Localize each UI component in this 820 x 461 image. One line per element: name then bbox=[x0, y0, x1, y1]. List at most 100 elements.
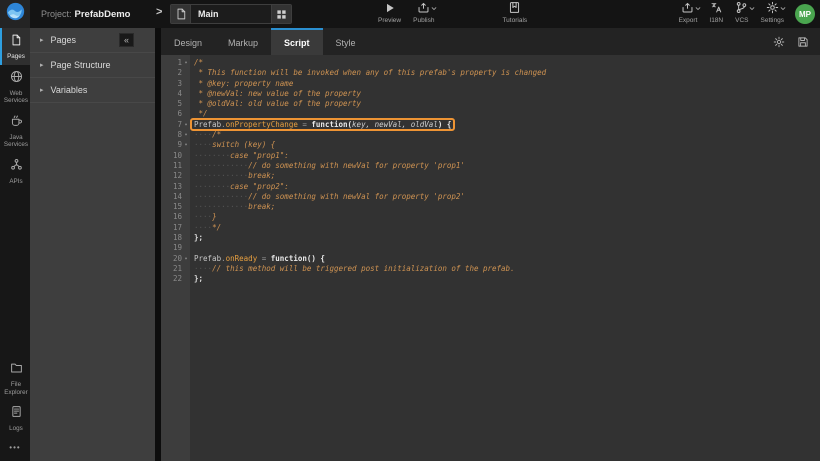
topbar-center-actions: Preview Publish Tutorials bbox=[372, 3, 533, 24]
fold-gutter bbox=[182, 274, 190, 284]
sidebar-item-file-explorer[interactable]: File Explorer bbox=[0, 356, 30, 400]
code-line-content[interactable]: Prefab.onPropertyChange = function(key, … bbox=[190, 120, 453, 130]
panel-section-variables[interactable]: ▸Variables bbox=[30, 78, 155, 103]
editor-settings-gear-icon[interactable] bbox=[773, 36, 785, 48]
code-line-content[interactable]: ········case "prop1": bbox=[190, 151, 289, 161]
code-line-content[interactable]: * @oldVal: old value of the property bbox=[190, 99, 361, 109]
code-line-content[interactable]: ············// do something with newVal … bbox=[190, 192, 465, 202]
fold-gutter bbox=[182, 99, 190, 109]
fold-marker-icon[interactable]: ▾ bbox=[182, 58, 190, 68]
sidebar-item-apis[interactable]: APIs bbox=[0, 153, 30, 190]
code-line-content[interactable]: * This function will be invoked when any… bbox=[190, 68, 546, 78]
code-line-15: 15············break; bbox=[161, 202, 820, 212]
workspace: PagesWeb ServicesJava ServicesAPIsFile E… bbox=[0, 28, 820, 461]
gutter: 14 bbox=[161, 192, 190, 202]
grid-view-icon[interactable] bbox=[271, 5, 291, 23]
app-logo[interactable] bbox=[0, 0, 30, 28]
code-line-content[interactable]: * @newVal: new value of the property bbox=[190, 89, 361, 99]
line-number: 20 bbox=[161, 254, 182, 264]
code-line-content[interactable]: ····*/ bbox=[190, 223, 221, 233]
tutorials-button[interactable]: Tutorials bbox=[502, 3, 527, 24]
script-code-editor[interactable]: 1▾/*2 * This function will be invoked wh… bbox=[161, 55, 820, 461]
code-line-4: 4 * @newVal: new value of the property bbox=[161, 89, 820, 99]
gutter: 19 bbox=[161, 243, 190, 253]
gutter: 16 bbox=[161, 212, 190, 222]
play-icon bbox=[384, 1, 396, 19]
sidebar-more-button[interactable]: ••• bbox=[0, 437, 30, 461]
panel-collapse-button[interactable]: « bbox=[119, 33, 134, 47]
page-selector[interactable]: Main bbox=[170, 4, 292, 24]
activity-sidebar: PagesWeb ServicesJava ServicesAPIs File E… bbox=[0, 28, 30, 461]
publish-button[interactable]: Publish bbox=[413, 3, 434, 24]
panel-section-label: Variables bbox=[51, 85, 88, 95]
code-line-9: 9▾····switch (key) { bbox=[161, 140, 820, 150]
line-number: 22 bbox=[161, 274, 182, 284]
code-line-content[interactable]: Prefab.onReady = function() { bbox=[190, 254, 325, 264]
fold-gutter bbox=[182, 202, 190, 212]
code-line-content[interactable]: ····/* bbox=[190, 130, 221, 140]
tab-script[interactable]: Script bbox=[271, 28, 323, 55]
gutter: 11 bbox=[161, 161, 190, 171]
panel-section-page-structure[interactable]: ▸ Page Structure bbox=[30, 53, 155, 78]
caret-down-icon bbox=[695, 0, 701, 16]
sidebar-item-logs[interactable]: Logs bbox=[0, 400, 30, 437]
publish-icon bbox=[417, 1, 430, 19]
user-avatar[interactable]: MP bbox=[795, 4, 815, 24]
fold-marker-icon[interactable]: ▾ bbox=[182, 130, 190, 140]
fold-marker-icon[interactable]: ▾ bbox=[182, 254, 190, 264]
fold-marker-icon[interactable]: ▾ bbox=[182, 140, 190, 150]
expand-triangle-icon: ▸ bbox=[40, 61, 44, 69]
code-line-content[interactable]: /* bbox=[190, 58, 203, 68]
sidebar-item-label: Logs bbox=[9, 425, 23, 433]
code-line-content[interactable]: }; bbox=[190, 274, 203, 284]
settings-button[interactable]: Settings bbox=[761, 3, 785, 24]
code-line-content[interactable]: ············// do something with newVal … bbox=[190, 161, 465, 171]
editor-actions bbox=[773, 28, 820, 55]
gutter: 18 bbox=[161, 233, 190, 243]
code-line-22: 22}; bbox=[161, 274, 820, 284]
code-line-19: 19 bbox=[161, 243, 820, 253]
fold-gutter bbox=[182, 151, 190, 161]
i18n-button[interactable]: I18N bbox=[709, 3, 723, 24]
line-number: 12 bbox=[161, 171, 182, 181]
code-line-14: 14············// do something with newVa… bbox=[161, 192, 820, 202]
logs-icon bbox=[10, 405, 23, 423]
sidebar-item-web-services[interactable]: Web Services bbox=[0, 65, 30, 109]
code-line-content[interactable] bbox=[190, 243, 194, 253]
code-line-21: 21····// this method will be triggered p… bbox=[161, 264, 820, 274]
panel-section-label: Pages bbox=[51, 35, 77, 45]
sidebar-item-pages[interactable]: Pages bbox=[0, 28, 30, 65]
code-line-content[interactable]: }; bbox=[190, 233, 203, 243]
fold-gutter bbox=[182, 79, 190, 89]
panel-section-label: Page Structure bbox=[51, 60, 111, 70]
code-line-content[interactable]: ····} bbox=[190, 212, 217, 222]
sidebar-spacer bbox=[0, 189, 30, 356]
code-line-content[interactable]: */ bbox=[190, 109, 208, 119]
fold-gutter bbox=[182, 192, 190, 202]
gutter: 5 bbox=[161, 99, 190, 109]
preview-button[interactable]: Preview bbox=[378, 3, 401, 24]
save-icon[interactable] bbox=[797, 36, 809, 48]
code-line-content[interactable]: ····switch (key) { bbox=[190, 140, 275, 150]
vcs-button[interactable]: VCS bbox=[735, 3, 748, 24]
i18n-icon bbox=[710, 1, 723, 19]
fold-gutter bbox=[182, 223, 190, 233]
code-line-content[interactable]: ········case "prop2": bbox=[190, 182, 289, 192]
gutter: 8▾ bbox=[161, 130, 190, 140]
gutter: 2 bbox=[161, 68, 190, 78]
line-number: 3 bbox=[161, 79, 182, 89]
tab-markup[interactable]: Markup bbox=[215, 28, 271, 55]
tab-design[interactable]: Design bbox=[161, 28, 215, 55]
fold-marker-icon[interactable]: ▾ bbox=[182, 120, 190, 130]
fold-gutter bbox=[182, 68, 190, 78]
code-line-content[interactable]: * @key: property name bbox=[190, 79, 293, 89]
line-number: 13 bbox=[161, 182, 182, 192]
code-line-6: 6 */ bbox=[161, 109, 820, 119]
code-line-content[interactable]: ····// this method will be triggered pos… bbox=[190, 264, 515, 274]
code-line-content[interactable]: ············break; bbox=[190, 202, 275, 212]
export-button[interactable]: Export bbox=[679, 3, 698, 24]
tab-style[interactable]: Style bbox=[323, 28, 369, 55]
panel-section-pages[interactable]: ▸Pages bbox=[30, 28, 155, 53]
code-line-content[interactable]: ············break; bbox=[190, 171, 275, 181]
sidebar-item-java-services[interactable]: Java Services bbox=[0, 109, 30, 153]
